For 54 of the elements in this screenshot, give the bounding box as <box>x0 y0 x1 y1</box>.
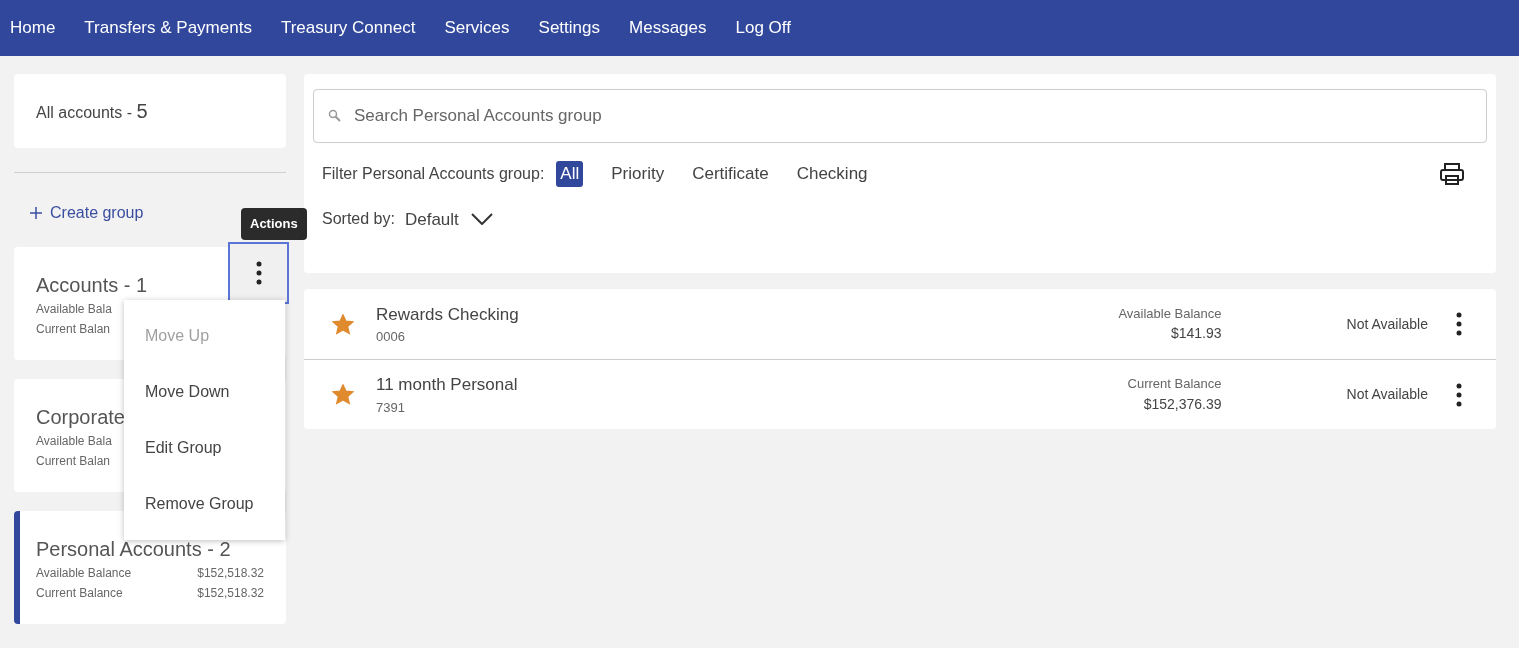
balance-label: Current Balance <box>36 585 123 602</box>
status-text: Not Available <box>1346 385 1428 404</box>
group-title: Accounts - 1 <box>36 273 148 298</box>
balance-value: $152,518.32 <box>197 585 264 602</box>
filter-label: Filter Personal Accounts group: <box>322 163 545 184</box>
kebab-icon <box>1456 312 1462 336</box>
search-icon <box>328 109 341 122</box>
chevron-down-icon <box>470 213 493 226</box>
kebab-icon <box>255 261 262 285</box>
sort-label: Sorted by: <box>322 209 395 230</box>
sort-dropdown[interactable]: Default <box>404 206 493 232</box>
balance-value: $141.93 <box>1170 324 1222 344</box>
kebab-icon <box>1456 382 1462 407</box>
all-accounts-card[interactable]: All accounts - 5 <box>14 74 286 148</box>
tooltip: Actions <box>241 208 307 240</box>
menu-item[interactable]: Edit Group <box>124 420 285 476</box>
balance-label: Available Bala <box>36 433 112 450</box>
nav-link[interactable]: Log Off <box>735 15 791 41</box>
menu-item[interactable]: Move Down <box>124 364 285 420</box>
filter-chip[interactable]: Priority <box>611 161 665 187</box>
balance-value: $152,376.39 <box>1143 394 1222 414</box>
nav-link[interactable]: Settings <box>538 15 600 41</box>
balance-label: Current Balance <box>1127 375 1222 394</box>
plus-icon <box>30 207 42 219</box>
all-accounts-label: All accounts - 5 <box>36 99 148 124</box>
balance-label: Available Balance <box>36 565 132 582</box>
nav-link[interactable]: Home <box>10 15 56 41</box>
nav-link[interactable]: Services <box>444 15 510 41</box>
actions-button[interactable] <box>228 242 289 304</box>
status-text: Not Available <box>1346 314 1428 334</box>
create-group-link[interactable]: Create group <box>30 201 144 225</box>
nav-link[interactable]: Messages <box>629 15 707 41</box>
account-name: Rewards Checking <box>376 303 519 326</box>
balance-label: Current Balan <box>36 453 111 470</box>
star-icon[interactable] <box>332 313 354 335</box>
group-title: Corporate <box>36 405 125 430</box>
nav-link[interactable]: Treasury Connect <box>280 15 416 41</box>
account-number: 7391 <box>376 398 406 417</box>
nav-link[interactable]: Transfers & Payments <box>84 15 252 41</box>
balance-label: Available Balance <box>1118 304 1222 323</box>
filter-chip[interactable]: Checking <box>796 161 868 187</box>
account-number: 0006 <box>376 328 406 346</box>
account-name: 11 month Personal <box>376 374 518 396</box>
search-field[interactable]: Search Personal Accounts group <box>313 89 1487 143</box>
filter-chip[interactable]: All <box>556 161 584 187</box>
balance-label: Available Bala <box>36 301 112 318</box>
balance-label: Current Balan <box>36 321 111 338</box>
account-row[interactable]: Rewards Checking 0006 Available Balance $141.93 Not Available <box>304 289 1496 359</box>
print-icon[interactable] <box>1439 161 1465 186</box>
group-title: Personal Accounts - 2 <box>36 537 231 562</box>
balance-value: $152,518.32 <box>197 565 264 582</box>
filter-chip[interactable]: Certificate <box>692 161 769 187</box>
account-row[interactable]: 11 month Personal 7391 Current Balance $152,376.39 Not Available <box>304 359 1496 429</box>
star-icon[interactable] <box>332 384 354 405</box>
